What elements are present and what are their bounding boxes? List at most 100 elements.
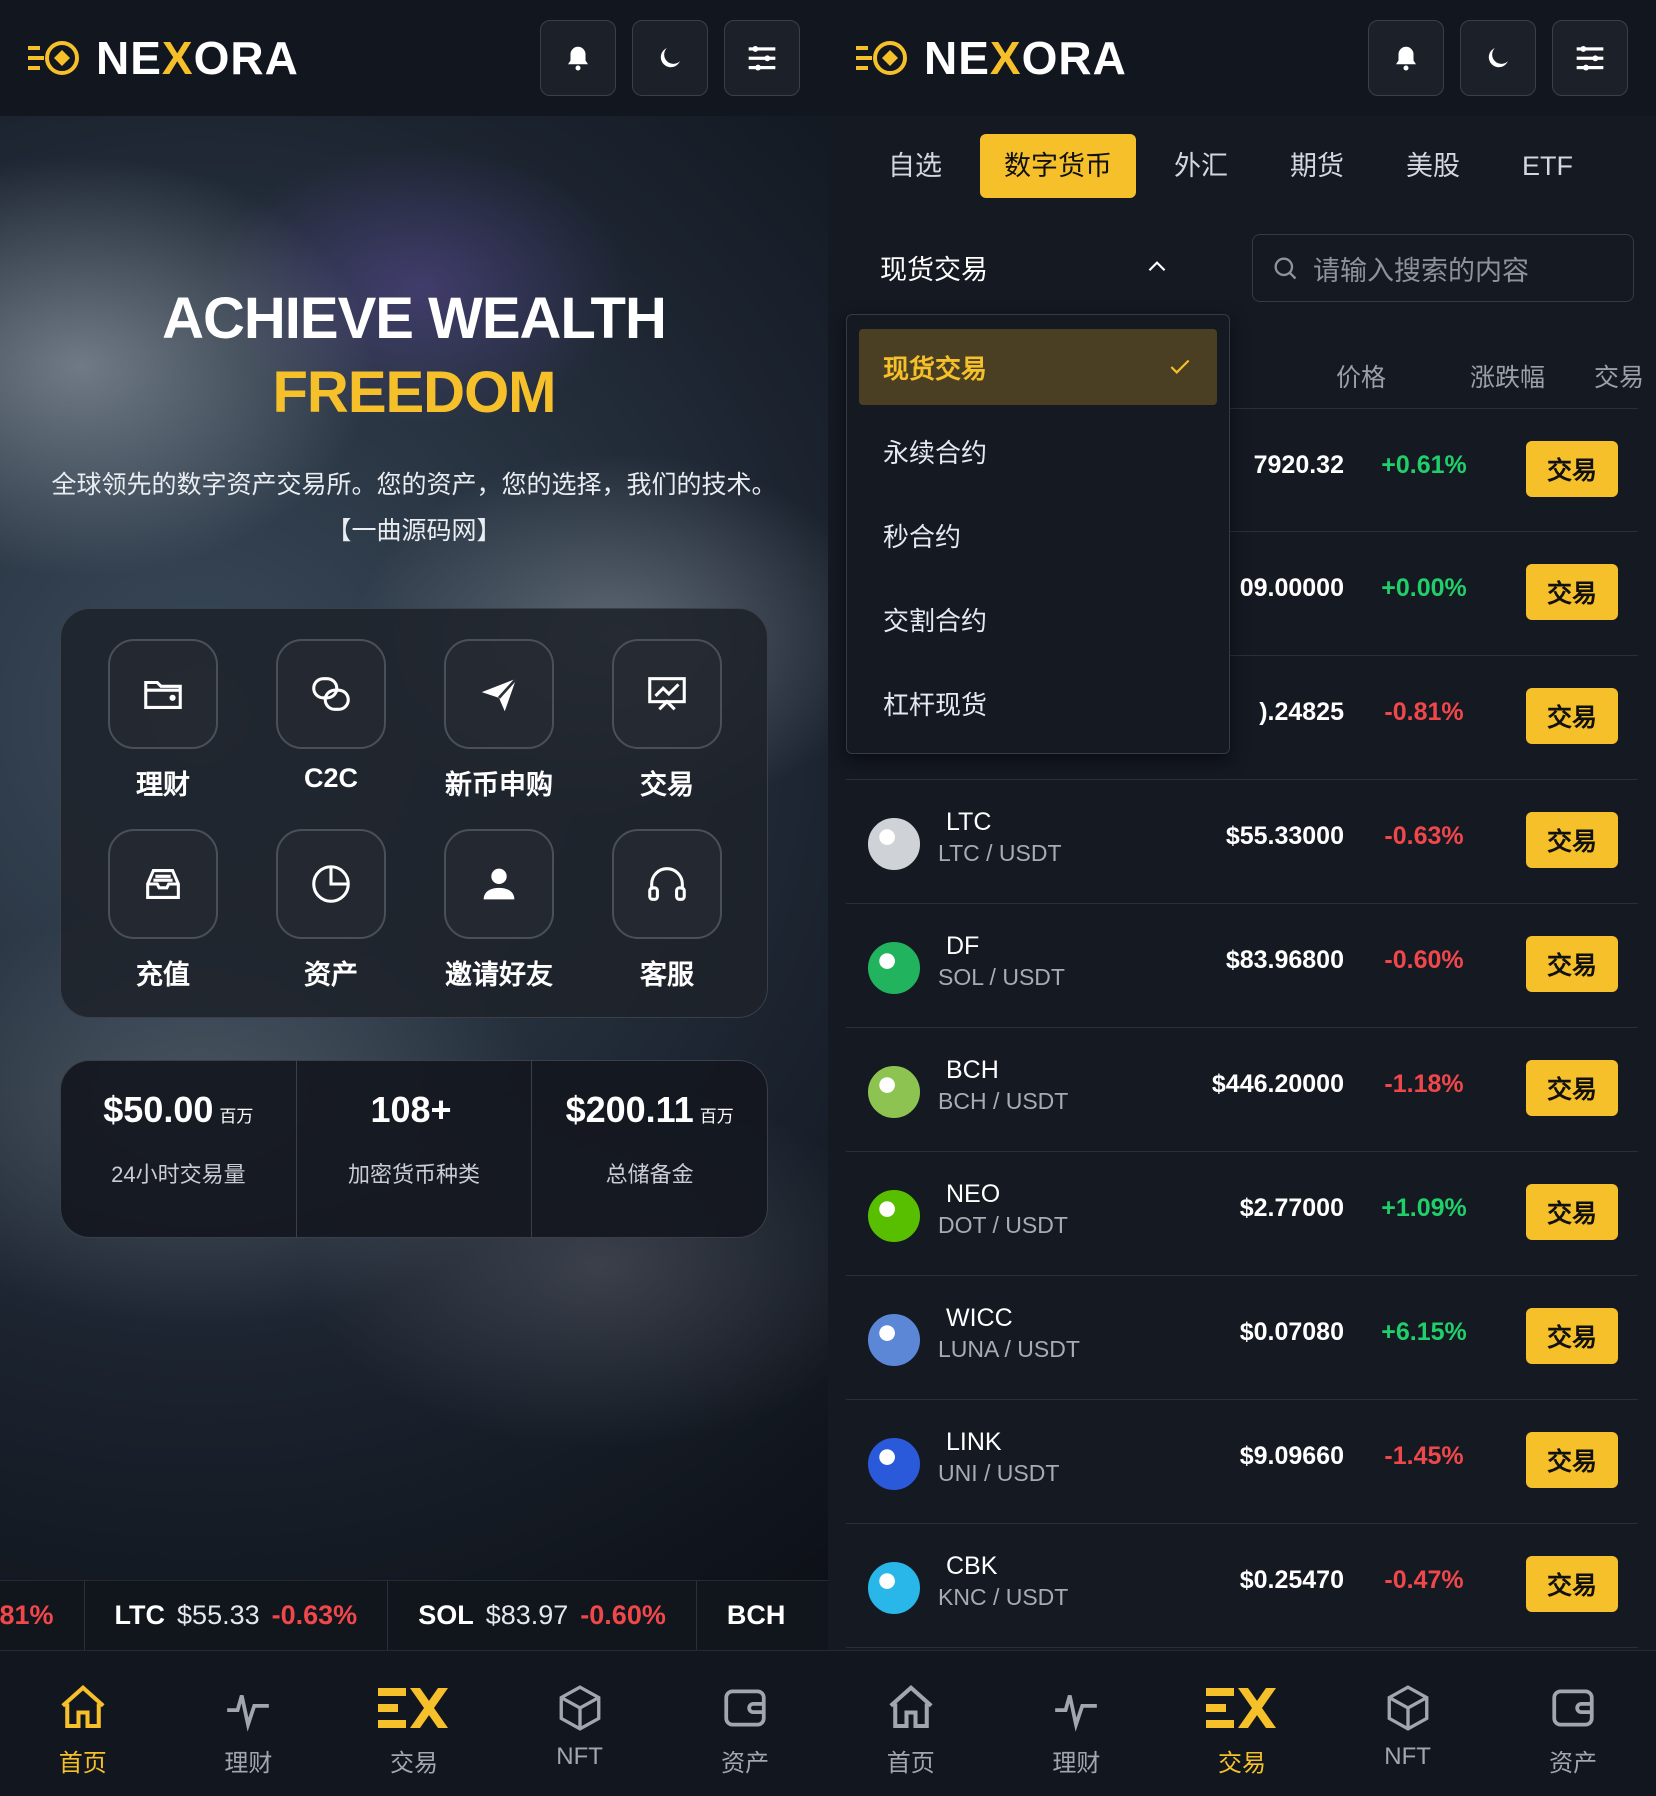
trade-button[interactable]: 交易 <box>1526 1308 1618 1364</box>
tab-crypto[interactable]: 数字货币 <box>980 134 1136 198</box>
trade-button[interactable]: 交易 <box>1526 1556 1618 1612</box>
quick-action-finance[interactable]: 理财 <box>83 639 243 802</box>
nav-finance[interactable]: 理财 <box>994 1651 1160 1796</box>
coin-logo-icon <box>868 942 920 994</box>
hero-subtitle: 全球领先的数字资产交易所。您的资产，您的选择，我们的技术。【一曲源码网】 <box>51 471 777 545</box>
trade-button[interactable]: 交易 <box>1526 688 1618 744</box>
coin-logo-icon <box>868 1314 920 1366</box>
notifications-button[interactable] <box>540 20 616 96</box>
trade-button[interactable]: 交易 <box>1526 1184 1618 1240</box>
stats-card: $50.00 百万 24小时交易量 108+ 加密货币种类 $200.11 百万 总… <box>60 1060 768 1238</box>
coin-pair: BCH / USDT <box>938 1088 1069 1114</box>
menu-icon <box>1576 46 1604 71</box>
quick-action-trade[interactable]: 交易 <box>587 639 747 802</box>
market-type-select[interactable]: 现货交易 <box>866 232 1182 302</box>
folder-icon <box>144 680 182 709</box>
pulse-icon <box>1055 1694 1098 1732</box>
market-row[interactable]: CBK KNC / USDT $0.25470 -0.47% 交易 <box>846 1524 1638 1648</box>
home-icon <box>889 1685 933 1729</box>
coin-change: +0.00% <box>1381 574 1467 602</box>
nav-trade[interactable]: 交易 <box>331 1651 497 1796</box>
ticker-item[interactable]: LTC $55.33 -0.63% <box>85 1581 389 1650</box>
dropdown-option-perpetual[interactable]: 永续合约 <box>859 413 1217 489</box>
brand-logo[interactable]: NEXORA <box>856 31 1127 85</box>
theme-toggle-button[interactable] <box>632 20 708 96</box>
stat-coin-count: 108+ 加密货币种类 <box>297 1061 533 1237</box>
cube-icon <box>559 1685 600 1731</box>
nav-nft[interactable]: NFT <box>1325 1651 1491 1796</box>
notifications-button[interactable] <box>1368 20 1444 96</box>
nav-home[interactable]: 首页 <box>0 1651 166 1796</box>
nav-trade[interactable]: 交易 <box>1159 1651 1325 1796</box>
quick-action-new-coin[interactable]: 新币申购 <box>419 639 579 802</box>
nav-home[interactable]: 首页 <box>828 1651 994 1796</box>
coin-logo-icon <box>868 1438 920 1490</box>
app-header: NEXORA <box>0 0 828 116</box>
coin-price: $9.09660 <box>1239 1442 1344 1470</box>
brand-logo[interactable]: NEXORA <box>28 31 299 85</box>
chevron-up-icon <box>1148 261 1166 272</box>
coin-change: +0.61% <box>1381 451 1467 479</box>
quick-action-invite[interactable]: 邀请好友 <box>419 829 579 992</box>
wallet-icon <box>1552 1689 1594 1727</box>
quick-action-assets[interactable]: 资产 <box>251 829 411 992</box>
dropdown-option-delivery[interactable]: 交割合约 <box>859 581 1217 657</box>
tab-favorites[interactable]: 自选 <box>864 134 966 198</box>
dropdown-option-margin[interactable]: 杠杆现货 <box>859 665 1217 741</box>
bottom-nav: 首页 理财 交易 NFT 资产 <box>828 1650 1656 1796</box>
dropdown-option-spot[interactable]: 现货交易 <box>859 329 1217 405</box>
quick-action-c2c[interactable]: C2C <box>251 639 411 794</box>
theme-toggle-button[interactable] <box>1460 20 1536 96</box>
coin-price: $55.33000 <box>1225 822 1344 850</box>
coin-change: +1.09% <box>1381 1194 1467 1222</box>
market-row[interactable]: WICC LUNA / USDT $0.07080 +6.15% 交易 <box>846 1276 1638 1400</box>
market-row[interactable]: BCH BCH / USDT $446.20000 -1.18% 交易 <box>846 1028 1638 1152</box>
coin-change: -0.81% <box>1384 698 1464 726</box>
trade-button[interactable]: 交易 <box>1526 812 1618 868</box>
nav-assets[interactable]: 资产 <box>1490 1651 1656 1796</box>
search-input[interactable]: 请输入搜索的内容 <box>1252 234 1634 302</box>
column-change[interactable]: 涨跌幅 <box>1470 358 1545 394</box>
nav-finance[interactable]: 理财 <box>166 1651 332 1796</box>
market-tabs: 自选 数字货币 外汇 期货 美股 ETF <box>864 134 1597 198</box>
cube-icon <box>1387 1685 1428 1731</box>
menu-button[interactable] <box>724 20 800 96</box>
trade-button[interactable]: 交易 <box>1526 564 1618 620</box>
tab-us-stocks[interactable]: 美股 <box>1382 134 1484 198</box>
coin-price: $2.77000 <box>1239 1194 1344 1222</box>
menu-button[interactable] <box>1552 20 1628 96</box>
nav-assets[interactable]: 资产 <box>662 1651 828 1796</box>
coin-change: -1.18% <box>1384 1070 1464 1098</box>
market-row[interactable]: LINK UNI / USDT $9.09660 -1.45% 交易 <box>846 1400 1638 1524</box>
coin-pair: LUNA / USDT <box>938 1336 1080 1362</box>
quick-action-deposit[interactable]: 充值 <box>83 829 243 992</box>
market-row[interactable]: LTC LTC / USDT $55.33000 -0.63% 交易 <box>846 780 1638 904</box>
exchange-logo-icon <box>377 1688 448 1728</box>
market-row[interactable]: DF SOL / USDT $83.96800 -0.60% 交易 <box>846 904 1638 1028</box>
home-icon <box>61 1685 105 1729</box>
column-price[interactable]: 价格 <box>1336 358 1386 394</box>
bell-icon <box>1396 46 1416 71</box>
trade-button[interactable]: 交易 <box>1526 441 1618 497</box>
ticker-item[interactable]: SOL $83.97 -0.60% <box>388 1581 697 1650</box>
exchange-logo-icon <box>1205 1688 1276 1728</box>
ticker-item[interactable]: BCH <box>697 1581 816 1650</box>
trade-button[interactable]: 交易 <box>1526 936 1618 992</box>
tab-etf[interactable]: ETF <box>1498 134 1597 198</box>
quick-action-support[interactable]: 客服 <box>587 829 747 992</box>
stat-reserve: $200.11 百万 总储备金 <box>565 1089 734 1187</box>
coin-pair: LTC / USDT <box>938 840 1062 866</box>
trade-button[interactable]: 交易 <box>1526 1432 1618 1488</box>
home-screen: NEXORA ACHIEVE WEALTH FREEDOM 全球领先的数字资产交… <box>0 0 828 1796</box>
ticker-item[interactable]: .81% <box>0 1581 85 1650</box>
brand-name: NEXORA <box>96 32 299 84</box>
coin-price: $0.07080 <box>1239 1318 1344 1346</box>
market-row[interactable]: NEO DOT / USDT $2.77000 +1.09% 交易 <box>846 1152 1638 1276</box>
tab-futures[interactable]: 期货 <box>1266 134 1368 198</box>
nav-nft[interactable]: NFT <box>497 1651 663 1796</box>
tab-forex[interactable]: 外汇 <box>1150 134 1252 198</box>
dropdown-option-second[interactable]: 秒合约 <box>859 497 1217 573</box>
trade-button[interactable]: 交易 <box>1526 1060 1618 1116</box>
coin-pair: KNC / USDT <box>938 1584 1069 1610</box>
column-trade: 交易 <box>1594 364 1645 392</box>
